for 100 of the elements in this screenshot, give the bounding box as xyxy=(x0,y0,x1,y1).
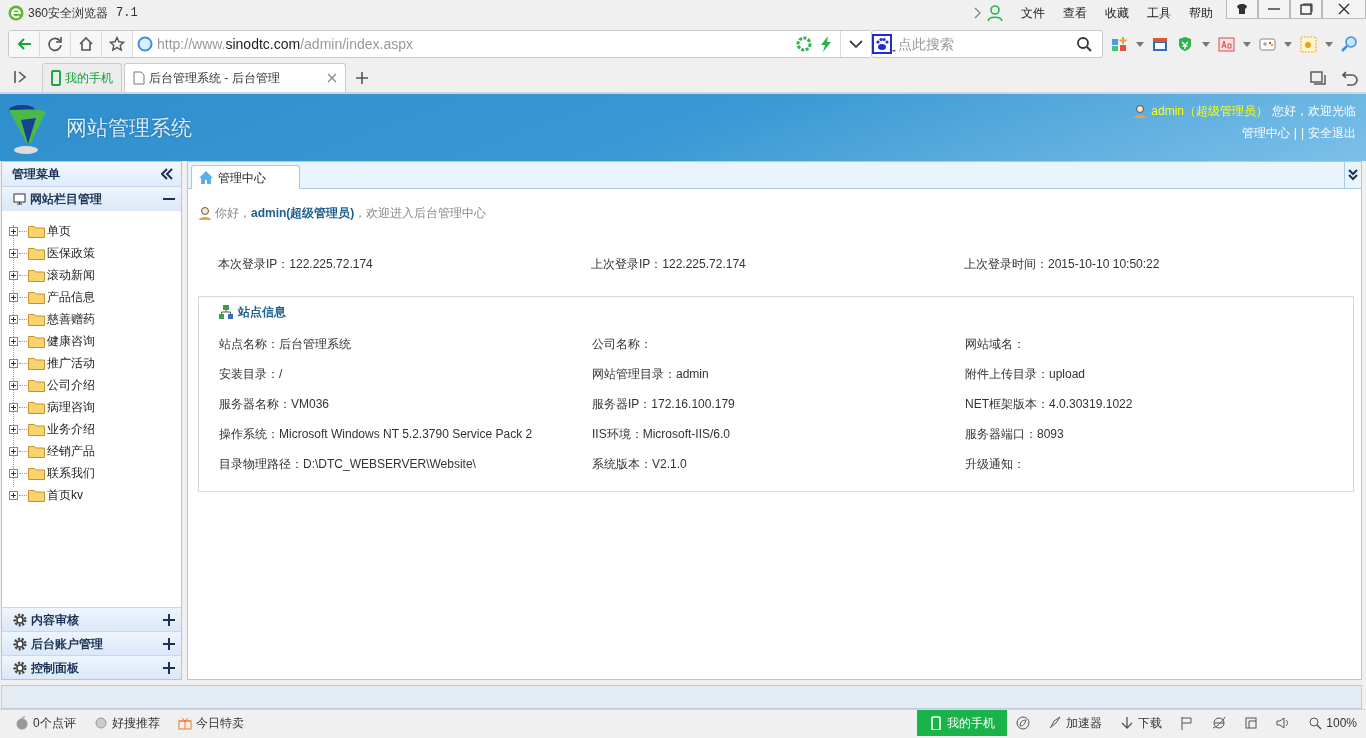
reload-button[interactable] xyxy=(40,31,71,57)
status-item[interactable]: 今日特卖 xyxy=(168,710,253,736)
expand-box-icon[interactable] xyxy=(9,424,18,434)
status-item[interactable]: 好搜推荐 xyxy=(84,710,169,736)
back-button[interactable] xyxy=(9,31,40,57)
caret-icon[interactable] xyxy=(1325,41,1333,47)
home-button[interactable] xyxy=(71,31,102,57)
info-field: 安装目录：/ xyxy=(219,365,283,383)
tree-item[interactable]: 医保政策 xyxy=(45,244,95,262)
status-item[interactable]: 下载 xyxy=(1111,710,1172,736)
minimize-button[interactable] xyxy=(1258,0,1290,19)
tree-item[interactable]: 业务介绍 xyxy=(45,420,95,438)
chevron-right-icon[interactable] xyxy=(972,7,982,19)
tree-item[interactable]: 公司介绍 xyxy=(45,376,95,394)
folder-icon xyxy=(28,268,45,282)
expand-button[interactable] xyxy=(1344,162,1361,188)
expand-box-icon[interactable] xyxy=(9,314,18,324)
expand-box-icon[interactable] xyxy=(9,380,18,390)
double-chevron-down-icon xyxy=(1348,169,1358,181)
document-icon[interactable] xyxy=(1218,35,1235,53)
speaker-icon xyxy=(1276,716,1291,730)
folder-icon xyxy=(28,400,45,414)
caret-icon[interactable] xyxy=(1202,41,1210,47)
search-field[interactable]: 点此搜索 xyxy=(871,30,1103,58)
close-icon xyxy=(1337,3,1351,15)
calendar-icon[interactable] xyxy=(1152,35,1169,53)
expand-box-icon[interactable] xyxy=(9,358,18,368)
info-field: 公司名称： xyxy=(592,335,652,353)
info-field: 操作系统：Microsoft Windows NT 5.2.3790 Service Pack 2 xyxy=(219,425,533,443)
aperture-icon[interactable] xyxy=(796,36,812,52)
expand-box-icon[interactable] xyxy=(9,446,18,456)
sidebar-section[interactable]: 内容审核 xyxy=(2,607,181,631)
favorite-button[interactable] xyxy=(102,31,133,57)
folder-icon xyxy=(28,356,45,370)
tab-list-icon[interactable] xyxy=(1310,70,1326,86)
menu-item[interactable]: 文件 xyxy=(1012,4,1054,22)
sidebar-toggle-icon[interactable] xyxy=(14,71,28,83)
menu-item[interactable]: 查看 xyxy=(1054,4,1096,22)
caret-icon[interactable] xyxy=(1136,41,1144,47)
tree-item[interactable]: 慈善赠药 xyxy=(45,310,95,328)
folder-icon xyxy=(28,378,45,392)
home-icon xyxy=(78,36,94,52)
status-item[interactable]: 0个点评 xyxy=(6,710,85,736)
menu-item[interactable]: 工具 xyxy=(1138,4,1180,22)
maximize-button[interactable] xyxy=(1290,0,1322,19)
folder-icon xyxy=(28,290,45,304)
home-icon xyxy=(198,170,214,185)
apps-icon[interactable] xyxy=(1111,35,1128,53)
undo-icon[interactable] xyxy=(1342,70,1358,86)
menu-item[interactable]: 帮助 xyxy=(1180,4,1222,22)
browser-tab[interactable]: 后台管理系统 - 后台管理 xyxy=(124,63,346,92)
dropdown-button[interactable] xyxy=(840,31,871,57)
info-field: IIS环境：Microsoft-IIS/6.0 xyxy=(592,425,731,443)
sidebar-section[interactable]: 后台账户管理 xyxy=(2,631,181,655)
expand-box-icon[interactable] xyxy=(9,248,18,258)
expand-box-icon[interactable] xyxy=(9,402,18,412)
tree-item[interactable]: 推广活动 xyxy=(45,354,95,372)
tree-item[interactable]: 首页kv xyxy=(45,486,83,504)
expand-box-icon[interactable] xyxy=(9,490,18,500)
close-button[interactable] xyxy=(1322,0,1366,19)
user-icon[interactable] xyxy=(986,4,1004,22)
tree-item[interactable]: 单页 xyxy=(45,222,71,240)
tree-item[interactable]: 经销产品 xyxy=(45,442,95,460)
shield-icon[interactable] xyxy=(1177,35,1194,53)
monitor-icon xyxy=(13,193,26,205)
caret-icon[interactable] xyxy=(1284,41,1292,47)
expand-box-icon[interactable] xyxy=(9,270,18,280)
tree-item[interactable]: 滚动新闻 xyxy=(45,266,95,284)
caret-icon[interactable] xyxy=(1243,41,1251,47)
download-icon xyxy=(1120,716,1135,730)
tree-item[interactable]: 产品信息 xyxy=(45,288,95,306)
magnifier-icon[interactable] xyxy=(1341,35,1358,53)
menu-item[interactable]: 收藏 xyxy=(1096,4,1138,22)
expand-box-icon[interactable] xyxy=(9,336,18,346)
phone-icon xyxy=(929,716,944,730)
user-name: admin（超级管理员） xyxy=(1151,103,1268,120)
expand-box-icon[interactable] xyxy=(9,292,18,302)
maximize-icon xyxy=(1299,3,1313,15)
reload-icon xyxy=(47,36,63,52)
collapse-icon[interactable] xyxy=(161,168,173,180)
status-item[interactable]: 加速器 xyxy=(1039,710,1112,736)
status-item[interactable]: 100% xyxy=(1299,710,1366,736)
flag-icon xyxy=(1180,716,1195,730)
sitemap-icon xyxy=(219,304,233,319)
folder-icon xyxy=(28,488,45,502)
login-info-text: 上次登录IP：122.225.72.174 xyxy=(591,256,747,273)
close-tab-icon[interactable] xyxy=(327,73,337,83)
gamepad-icon[interactable] xyxy=(1259,35,1276,53)
tree-item[interactable]: 联系我们 xyxy=(45,464,95,482)
sidebar-section[interactable]: 网站栏目管理 xyxy=(2,187,181,211)
lightning-icon[interactable] xyxy=(820,36,832,52)
sidebar-section[interactable]: 控制面板 xyxy=(2,655,181,679)
skin-button[interactable] xyxy=(1226,0,1258,19)
expand-box-icon[interactable] xyxy=(9,226,18,236)
expand-box-icon[interactable] xyxy=(9,468,18,478)
window-title: 360安全浏览器 xyxy=(28,5,109,22)
tree-item[interactable]: 病理咨询 xyxy=(45,398,95,416)
content-tab[interactable]: 管理中心 xyxy=(191,165,300,189)
tree-item[interactable]: 健康咨询 xyxy=(45,332,95,350)
search-input[interactable]: 点此搜索 xyxy=(896,32,1076,56)
